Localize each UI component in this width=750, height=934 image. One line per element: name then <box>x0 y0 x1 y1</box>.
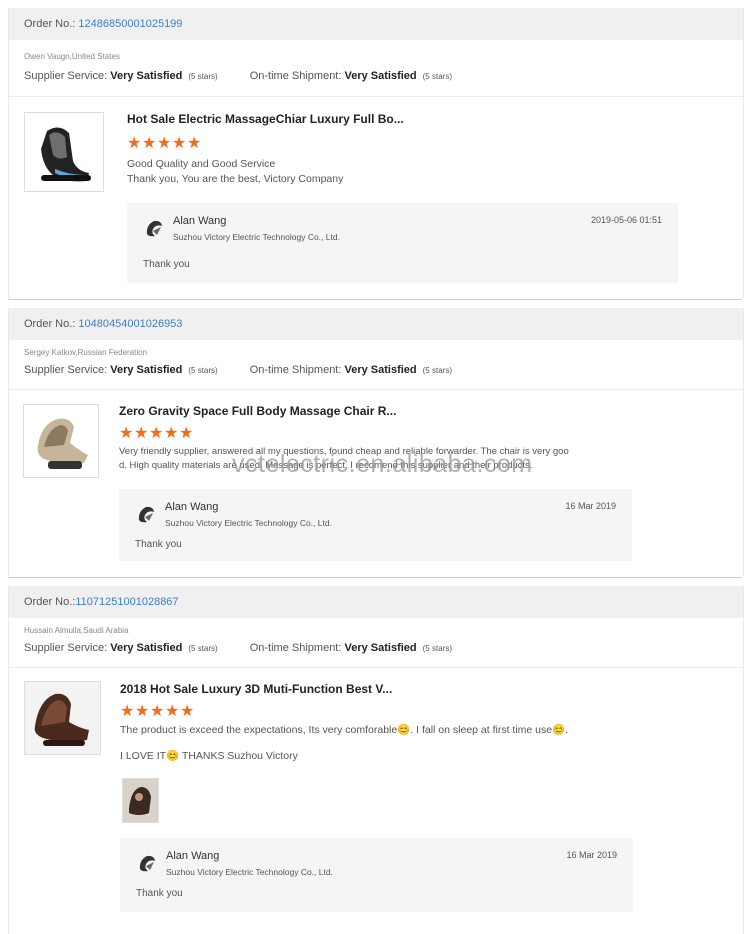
review-photo[interactable] <box>122 778 159 823</box>
order-label: Order No.: <box>24 18 76 30</box>
reply-date: 16 Mar 2019 <box>566 850 617 860</box>
review-card: Order No.: 11071251001028867 Hussain Almu… <box>8 586 744 934</box>
review-text: Good Quality and Good Service Thank you,… <box>127 158 344 185</box>
shipment-rating-value: Very Satisfied <box>344 642 417 654</box>
review-text: The product is exceed the expectations, … <box>120 724 569 762</box>
star-icon: ★ <box>157 135 172 152</box>
star-icon: ★ <box>142 135 157 152</box>
supplier-reply: Alan Wang Suzhou Victory Electric Techno… <box>120 838 633 912</box>
reply-company: Suzhou Victory Electric Technology Co., … <box>173 232 340 242</box>
reply-author: Alan Wang <box>166 850 220 862</box>
star-icon: ★ <box>149 425 164 442</box>
supplier-reply: Alan Wang Suzhou Victory Electric Techno… <box>127 203 678 283</box>
product-title-link[interactable]: Hot Sale Electric MassageChiar Luxury Fu… <box>127 112 404 126</box>
reply-date: 16 Mar 2019 <box>565 501 616 511</box>
star-icon: ★ <box>187 135 202 152</box>
service-ratings: Supplier Service: Very Satisfied (5 stars… <box>24 364 452 376</box>
reply-message: Thank you <box>143 259 190 270</box>
supplier-reply: Alan Wang Suzhou Victory Electric Techno… <box>119 489 632 561</box>
star-icon: ★ <box>150 703 165 720</box>
buyer-info: Hussain Almulla,Saudi Arabia <box>24 626 129 635</box>
product-title-link[interactable]: 2018 Hot Sale Luxury 3D Muti-Function Be… <box>120 682 392 696</box>
star-icon: ★ <box>180 703 195 720</box>
star-icon: ★ <box>127 135 142 152</box>
company-logo-icon <box>146 220 162 237</box>
reply-author: Alan Wang <box>173 215 227 227</box>
order-number-link[interactable]: 10480454001026953 <box>78 318 182 330</box>
star-rating: ★ ★ ★ ★ ★ <box>127 136 202 152</box>
service-ratings: Supplier Service: Very Satisfied (5 stars… <box>24 70 452 82</box>
star-icon: ★ <box>179 425 194 442</box>
order-header: Order No.: 10480454001026953 <box>9 308 743 340</box>
star-icon: ★ <box>165 703 180 720</box>
company-logo-icon <box>139 855 155 872</box>
supplier-rating-value: Very Satisfied <box>110 642 183 654</box>
product-thumbnail[interactable] <box>24 112 104 192</box>
company-logo-icon <box>138 506 154 523</box>
product-title-link[interactable]: Zero Gravity Space Full Body Massage Cha… <box>119 404 396 418</box>
reply-company: Suzhou Victory Electric Technology Co., … <box>165 518 332 528</box>
reply-date: 2019-05-06 01:51 <box>590 215 662 225</box>
supplier-rating-value: Very Satisfied <box>110 70 183 82</box>
star-icon: ★ <box>134 425 149 442</box>
star-icon: ★ <box>119 425 134 442</box>
star-rating: ★ ★ ★ ★ ★ <box>119 426 194 442</box>
shipment-rating-value: Very Satisfied <box>344 364 417 376</box>
star-icon: ★ <box>135 703 150 720</box>
star-icon: ★ <box>120 703 135 720</box>
shipment-rating-value: Very Satisfied <box>344 70 417 82</box>
reply-company: Suzhou Victory Electric Technology Co., … <box>166 867 333 877</box>
review-card: Order No.: 10480454001026953 Sergey Katk… <box>8 308 744 576</box>
order-label: Order No.: <box>24 318 76 330</box>
order-number-link[interactable]: 11071251001028867 <box>75 596 178 608</box>
order-header: Order No.: 12486850001025199 <box>9 8 743 40</box>
order-label: Order No.: <box>24 596 76 608</box>
review-card: Order No.: 12486850001025199 Owen Vaugn,… <box>8 8 744 298</box>
product-thumbnail[interactable] <box>23 404 99 478</box>
buyer-info: Sergey Katkov,Russian Federation <box>24 348 148 357</box>
star-icon: ★ <box>172 135 187 152</box>
product-thumbnail[interactable] <box>24 681 101 755</box>
star-icon: ★ <box>164 425 179 442</box>
order-number-link[interactable]: 12486850001025199 <box>78 18 182 30</box>
supplier-rating-value: Very Satisfied <box>110 364 183 376</box>
service-ratings: Supplier Service: Very Satisfied (5 stars… <box>24 642 452 654</box>
reply-message: Thank you <box>136 888 183 899</box>
reply-author: Alan Wang <box>165 501 219 513</box>
buyer-info: Owen Vaugn,United States <box>24 52 120 61</box>
watermark: vctelectric.en.alibaba.com <box>232 450 533 478</box>
star-rating: ★ ★ ★ ★ ★ <box>120 704 195 720</box>
order-header: Order No.: 11071251001028867 <box>9 586 743 618</box>
reply-message: Thank you <box>135 539 182 550</box>
